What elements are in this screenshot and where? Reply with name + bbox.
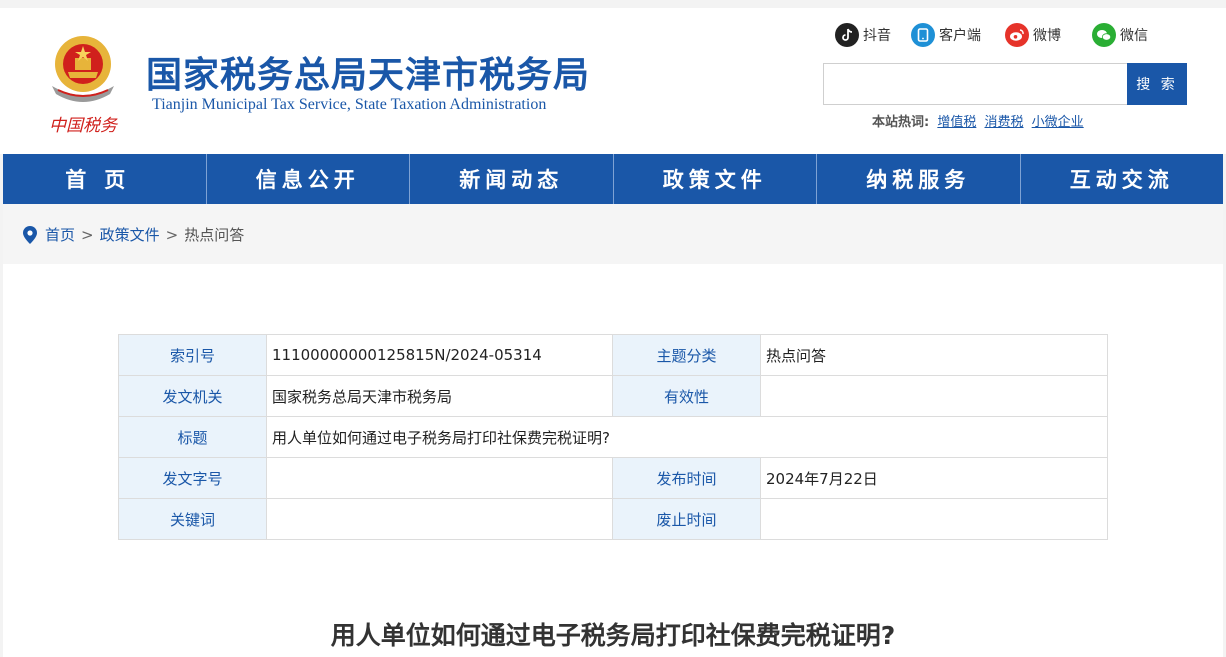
hot-word-link[interactable]: 消费税 <box>985 115 1024 130</box>
douyin-icon <box>835 23 859 47</box>
client-label: 客户端 <box>939 28 981 44</box>
wechat-link[interactable]: 微信 <box>1092 22 1148 48</box>
site-subtitle: Tianjin Municipal Tax Service, State Tax… <box>152 96 547 113</box>
meta-key: 有效性 <box>612 375 761 417</box>
search-input[interactable] <box>823 63 1128 105</box>
wechat-icon <box>1092 23 1116 47</box>
hot-words-label: 本站热词: <box>872 115 930 130</box>
meta-key: 关键词 <box>118 498 267 540</box>
meta-value-issuer: 国家税务总局天津市税务局 <box>266 375 613 417</box>
weibo-link[interactable]: 微博 <box>1005 22 1061 48</box>
breadcrumb-separator: > <box>165 225 179 244</box>
location-pin-icon <box>23 225 37 244</box>
breadcrumb-home[interactable]: 首页 <box>45 224 75 245</box>
client-link[interactable]: 客户端 <box>911 22 981 48</box>
weibo-label: 微博 <box>1033 28 1061 44</box>
nav-item-tax-service[interactable]: 纳税服务 <box>816 154 1020 204</box>
main-nav: 首页 信息公开 新闻动态 政策文件 纳税服务 互动交流 <box>3 154 1223 204</box>
hot-word-link[interactable]: 小微企业 <box>1032 115 1084 130</box>
meta-key: 废止时间 <box>612 498 761 540</box>
main-content: 索引号 11100000000125815N/2024-05314 主题分类 热… <box>3 264 1223 657</box>
meta-key: 标题 <box>118 416 267 458</box>
breadcrumb-bar: 首页 > 政策文件 > 热点问答 <box>3 204 1223 264</box>
nav-item-news[interactable]: 新闻动态 <box>409 154 613 204</box>
breadcrumb-current: 热点问答 <box>184 226 245 244</box>
meta-key: 发文字号 <box>118 457 267 499</box>
wechat-label: 微信 <box>1120 28 1148 44</box>
nav-item-interaction[interactable]: 互动交流 <box>1019 154 1224 204</box>
table-row: 关键词 废止时间 <box>118 498 1108 540</box>
meta-value-title: 用人单位如何通过电子税务局打印社保费完税证明? <box>266 416 1108 458</box>
table-row: 发文字号 发布时间 2024年7月22日 <box>118 457 1108 499</box>
site-title[interactable]: 国家税务总局天津市税务局 <box>146 46 590 98</box>
meta-value-publish-date: 2024年7月22日 <box>760 457 1108 499</box>
meta-key: 主题分类 <box>612 334 761 376</box>
table-row: 索引号 11100000000125815N/2024-05314 主题分类 热… <box>118 334 1108 376</box>
weibo-icon <box>1005 23 1029 47</box>
douyin-link[interactable]: 抖音 <box>835 22 891 48</box>
hot-word-link[interactable]: 增值税 <box>937 115 976 130</box>
table-row: 发文机关 国家税务总局天津市税务局 有效性 <box>118 375 1108 417</box>
nav-item-info-disclosure[interactable]: 信息公开 <box>205 154 410 204</box>
nav-item-policy[interactable]: 政策文件 <box>612 154 817 204</box>
hot-words: 本站热词: 增值税 消费税 小微企业 <box>872 111 1084 130</box>
national-emblem-logo[interactable]: 中国税务 <box>42 28 124 138</box>
meta-key: 发布时间 <box>612 457 761 499</box>
meta-value-keywords <box>266 498 613 540</box>
document-meta-table: 索引号 11100000000125815N/2024-05314 主题分类 热… <box>118 334 1108 540</box>
table-row: 标题 用人单位如何通过电子税务局打印社保费完税证明? <box>118 416 1108 458</box>
douyin-label: 抖音 <box>863 28 891 44</box>
meta-value-validity <box>760 375 1108 417</box>
breadcrumb-separator: > <box>81 225 94 244</box>
mobile-client-icon <box>911 23 935 47</box>
site-header: 中国税务 国家税务总局天津市税务局 Tianjin Municipal Tax … <box>0 8 1226 154</box>
meta-value-doc-no <box>266 457 613 499</box>
breadcrumb: 首页 > 政策文件 > 热点问答 <box>23 224 244 245</box>
meta-key: 索引号 <box>118 334 267 376</box>
meta-key: 发文机关 <box>118 375 267 417</box>
nav-item-home[interactable]: 首页 <box>3 154 206 204</box>
emblem-text: 中国税务 <box>49 116 119 136</box>
meta-value-topic: 热点问答 <box>760 334 1108 376</box>
meta-value-index-no: 11100000000125815N/2024-05314 <box>266 334 613 376</box>
article-title: 用人单位如何通过电子税务局打印社保费完税证明? <box>330 621 896 650</box>
search-button[interactable]: 搜 索 <box>1127 63 1187 105</box>
meta-value-expiry <box>760 498 1108 540</box>
breadcrumb-policy[interactable]: 政策文件 <box>100 224 160 245</box>
